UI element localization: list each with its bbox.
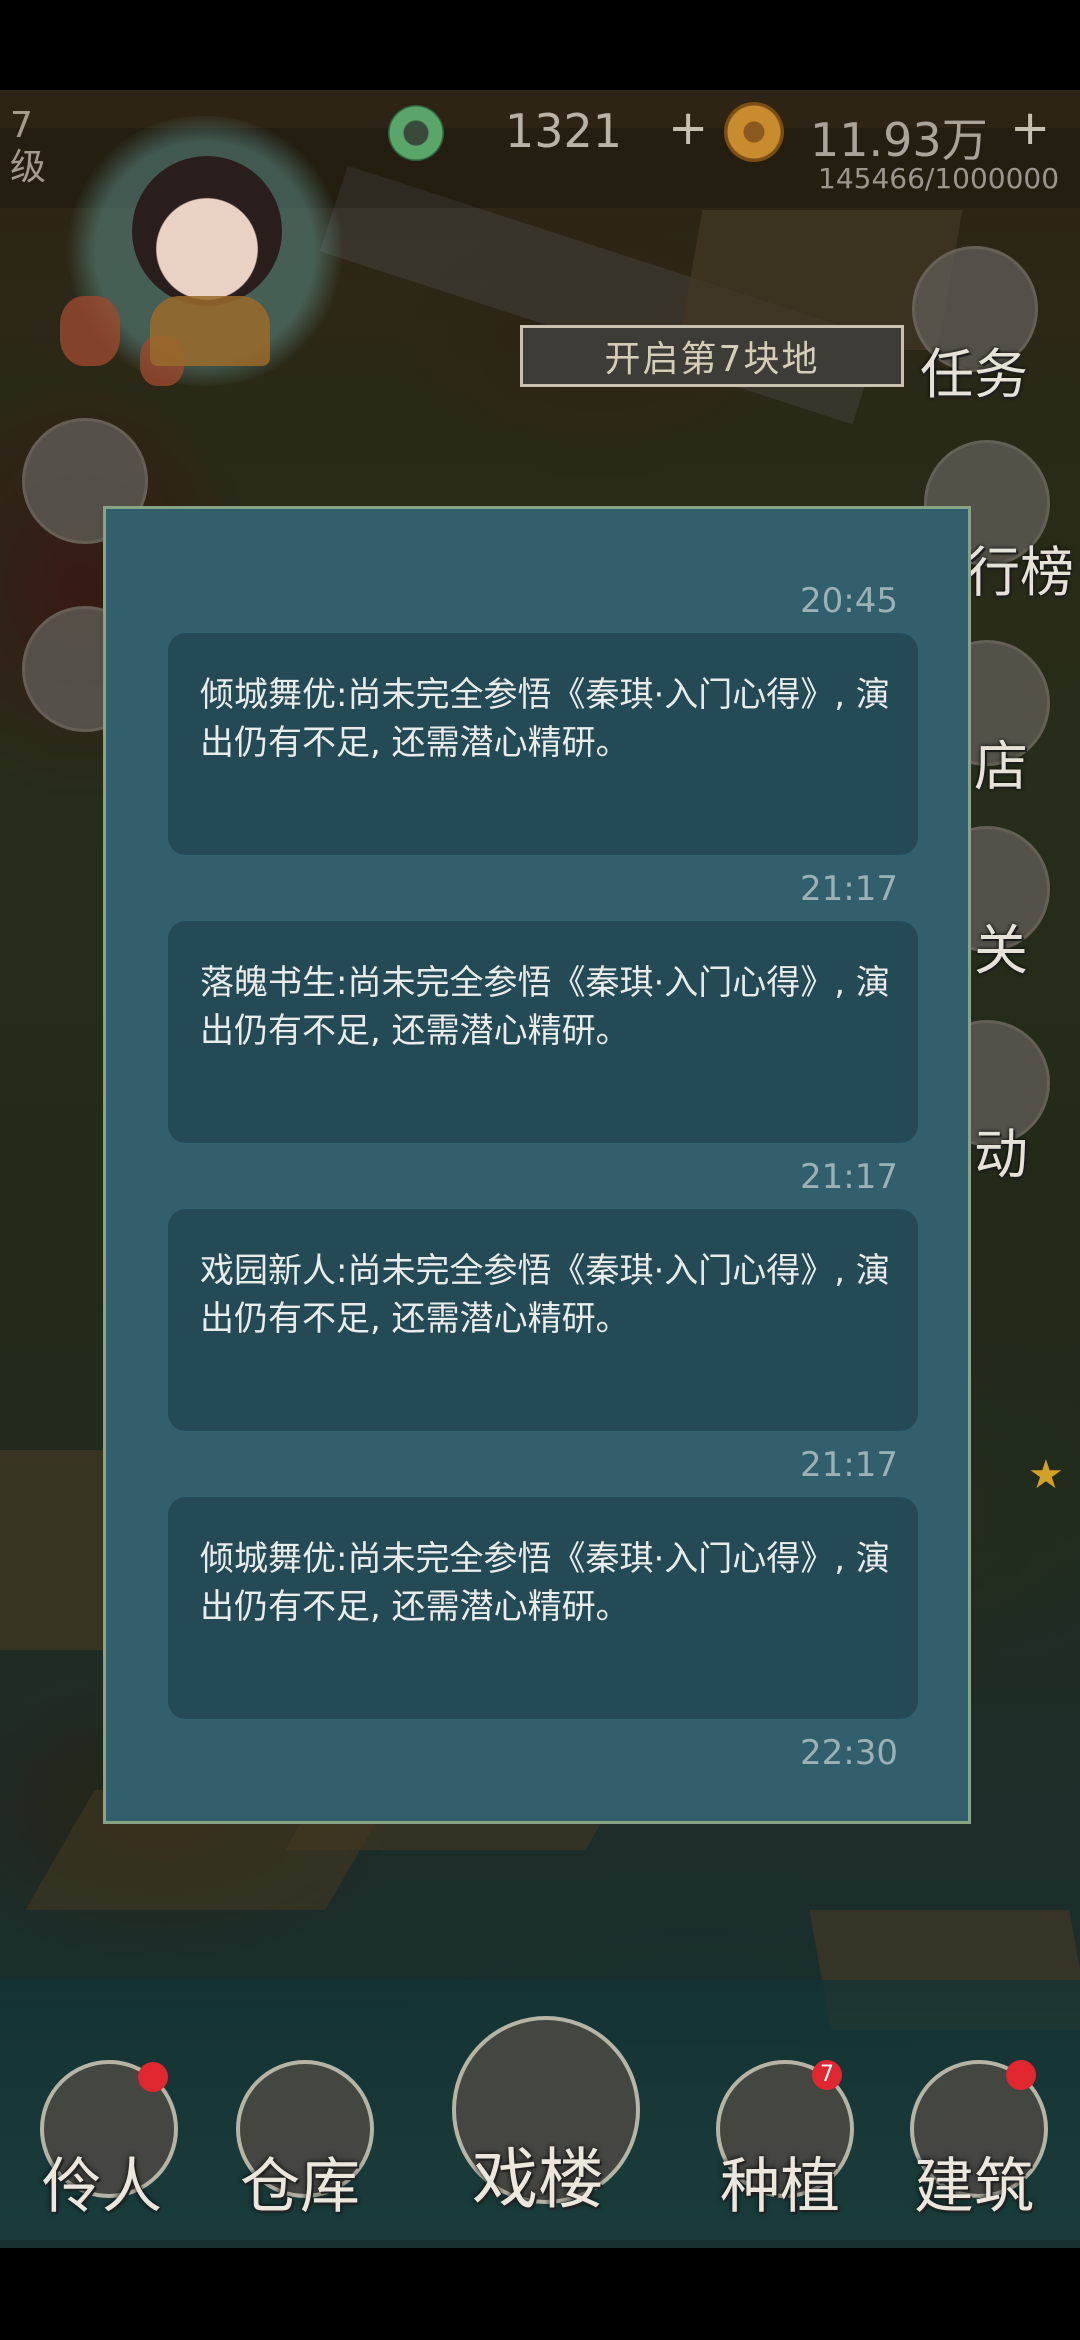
- message-time: 21:17: [800, 1445, 898, 1485]
- jade-value: 1321: [505, 104, 623, 158]
- shop-label: 店: [974, 735, 1028, 798]
- navigation-bar: [0, 2248, 1080, 2340]
- planting-label: 种植: [720, 2152, 840, 2222]
- coin-value: 11.93万: [810, 113, 988, 167]
- message-item: 戏园新人:尚未完全参悟《秦琪·入门心得》, 演出仍有不足, 还需潜心精研。: [168, 1209, 918, 1431]
- warehouse-label: 仓库: [240, 2152, 360, 2222]
- lantern-icon: [60, 296, 120, 366]
- message-item: 落魄书生:尚未完全参悟《秦琪·入门心得》, 演出仍有不足, 还需潜心精研。: [168, 921, 918, 1143]
- jade-icon: [388, 105, 444, 161]
- star-icon: ★: [1028, 1452, 1064, 1498]
- open-land-button[interactable]: 开启第7块地: [520, 325, 904, 387]
- message-text: 戏园新人:尚未完全参悟《秦琪·入门心得》, 演出仍有不足, 还需潜心精研。: [200, 1251, 890, 1339]
- message-text: 倾城舞优:尚未完全参悟《秦琪·入门心得》, 演出仍有不足, 还需潜心精研。: [200, 675, 890, 763]
- notification-dot: [138, 2062, 168, 2092]
- event-label: 动: [974, 1123, 1028, 1186]
- coin-icon: [724, 102, 784, 162]
- message-text: 倾城舞优:尚未完全参悟《秦琪·入门心得》, 演出仍有不足, 还需潜心精研。: [200, 1539, 890, 1627]
- message-time: 20:45: [800, 581, 898, 621]
- message-time: 22:30: [800, 1733, 898, 1773]
- planting-badge: 7: [812, 2060, 842, 2090]
- add-coin-button[interactable]: +: [1010, 100, 1050, 156]
- message-log-panel[interactable]: 20:45 倾城舞优:尚未完全参悟《秦琪·入门心得》, 演出仍有不足, 还需潜心…: [103, 506, 971, 1824]
- level-label: 关: [974, 919, 1028, 982]
- experience-progress: 145466/1000000: [818, 162, 1060, 195]
- message-time: 21:17: [800, 1157, 898, 1197]
- task-label: 任务: [920, 343, 1028, 406]
- ranking-label: 行榜: [966, 541, 1074, 604]
- message-time: 21:17: [800, 869, 898, 909]
- notification-dot: [1006, 2060, 1036, 2090]
- actors-label: 伶人: [42, 2152, 162, 2222]
- building-label: 建筑: [914, 2152, 1034, 2222]
- status-bar: [0, 0, 1080, 90]
- message-item: 倾城舞优:尚未完全参悟《秦琪·入门心得》, 演出仍有不足, 还需潜心精研。: [168, 633, 918, 855]
- add-jade-button[interactable]: +: [668, 100, 708, 156]
- theater-label: 戏楼: [472, 2141, 604, 2218]
- player-avatar[interactable]: [40, 96, 370, 396]
- message-item: 倾城舞优:尚未完全参悟《秦琪·入门心得》, 演出仍有不足, 还需潜心精研。: [168, 1497, 918, 1719]
- message-text: 落魄书生:尚未完全参悟《秦琪·入门心得》, 演出仍有不足, 还需潜心精研。: [200, 963, 890, 1051]
